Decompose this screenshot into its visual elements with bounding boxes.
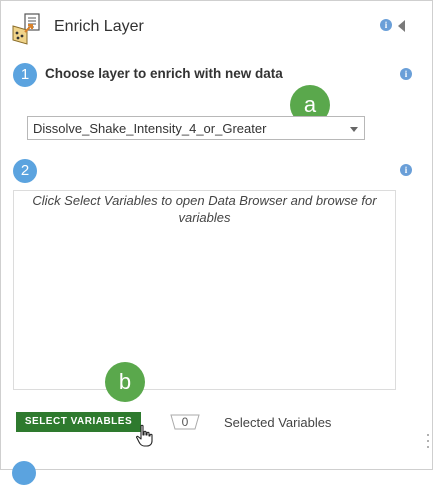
- hand-cursor-icon: [136, 424, 153, 447]
- selected-variables-label: Selected Variables: [224, 415, 332, 430]
- layer-select-value: Dissolve_Shake_Intensity_4_or_Greater: [33, 121, 267, 136]
- enrich-layer-icon: [12, 13, 40, 45]
- selected-variables-count: 0: [170, 414, 200, 430]
- step-1-label: Choose layer to enrich with new data: [45, 66, 283, 81]
- variables-list-box: Click Select Variables to open Data Brow…: [13, 190, 396, 390]
- step-2-info-icon[interactable]: i: [400, 164, 412, 176]
- dropdown-arrow-icon: [350, 127, 358, 132]
- collapse-panel-icon[interactable]: [398, 20, 405, 32]
- step-1-info-icon[interactable]: i: [400, 68, 412, 80]
- select-variables-button[interactable]: SELECT VARIABLES: [16, 412, 141, 432]
- callout-b-badge: b: [105, 362, 145, 402]
- layer-select-dropdown[interactable]: Dissolve_Shake_Intensity_4_or_Greater: [27, 116, 365, 140]
- panel-header: Enrich Layer i: [0, 0, 431, 58]
- step-2-number: 2: [13, 159, 37, 183]
- step-3-number: [12, 461, 36, 485]
- selected-count-value: 0: [181, 415, 189, 429]
- step-1-number: 1: [13, 63, 37, 87]
- help-info-icon[interactable]: i: [380, 19, 392, 31]
- panel-title: Enrich Layer: [54, 18, 144, 35]
- resize-grip-icon[interactable]: [426, 432, 430, 452]
- variables-hint-text: Click Select Variables to open Data Brow…: [32, 193, 377, 225]
